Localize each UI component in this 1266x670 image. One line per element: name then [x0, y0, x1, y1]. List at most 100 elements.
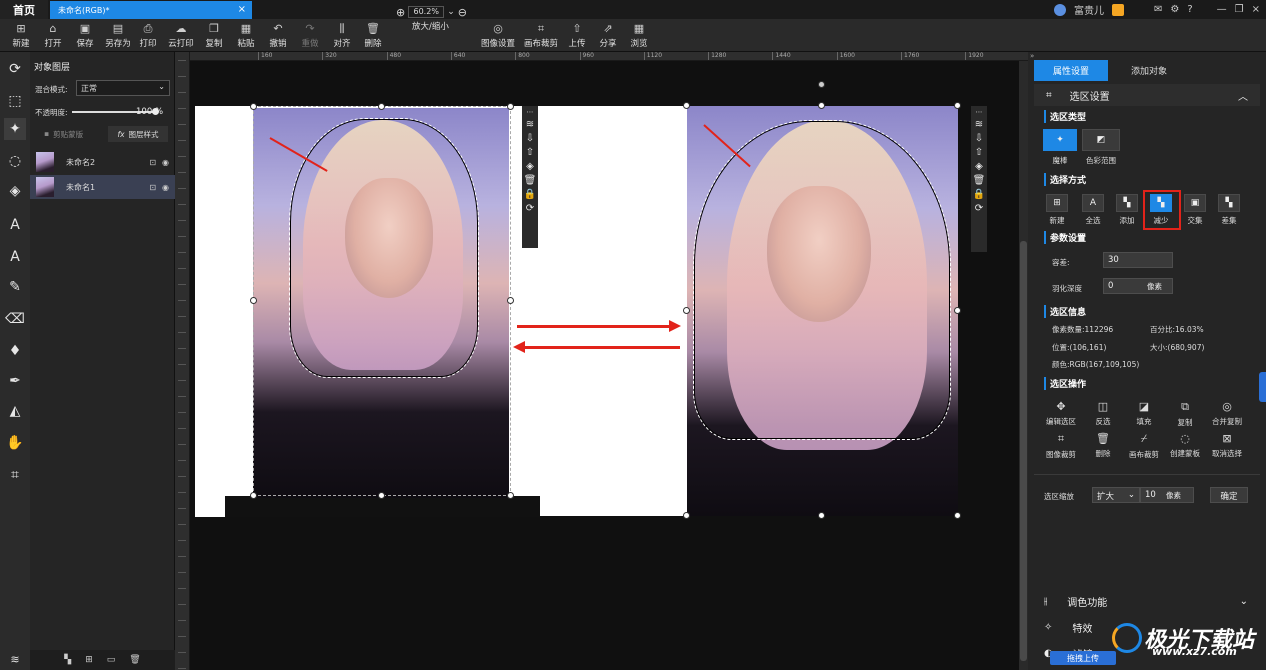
transform-handle[interactable]: [507, 492, 514, 499]
mode-all-button[interactable]: A: [1082, 194, 1104, 212]
toolbar-save-button[interactable]: ▣ 保存: [67, 19, 103, 52]
move-down-icon[interactable]: ⇩: [526, 133, 534, 144]
pen-tool-icon[interactable]: ✒: [4, 370, 26, 392]
user-avatar-icon[interactable]: [1053, 3, 1066, 16]
marquee-tool-icon[interactable]: ⬚: [4, 90, 26, 112]
transform-handle[interactable]: [507, 297, 514, 304]
toolbar-redo-button[interactable]: ↷ 重做: [292, 19, 328, 52]
transform-handle[interactable]: [378, 492, 385, 499]
mode-new-button[interactable]: ⊞: [1046, 194, 1068, 212]
side-tab[interactable]: [1259, 372, 1266, 402]
image-crop-button[interactable]: ⌗ 图像裁剪: [1039, 432, 1083, 460]
selection-zoom-mode-select[interactable]: 扩大 ⌄: [1092, 487, 1140, 503]
mode-add-button[interactable]: ▚: [1116, 194, 1138, 212]
layer-style-button[interactable]: fx 图层样式: [108, 126, 168, 142]
layers-toggle-icon[interactable]: ≋: [4, 648, 26, 670]
color-range-button[interactable]: ◩: [1082, 129, 1120, 151]
brush-tool-icon[interactable]: ✎: [4, 276, 26, 298]
selection-zoom-input[interactable]: 10 像素: [1140, 487, 1194, 503]
zoom-dropdown-icon[interactable]: ⌄: [447, 7, 455, 17]
toolbar-print-button[interactable]: ⎙ 打印: [130, 19, 166, 52]
mode-intersect-button[interactable]: ▣: [1184, 194, 1206, 212]
layer-stack-icon[interactable]: ≋: [526, 119, 534, 130]
collapse-panel-icon[interactable]: »: [1030, 52, 1034, 60]
help-icon[interactable]: ?: [1187, 4, 1192, 15]
move-up-icon[interactable]: ⇧: [526, 147, 534, 158]
toolbar-copy-button[interactable]: ❐ 复制: [196, 19, 232, 52]
transform-handle[interactable]: [818, 512, 825, 519]
mail-icon[interactable]: ✉: [1154, 4, 1162, 15]
feather-input[interactable]: 0 像素: [1103, 278, 1173, 294]
vertical-scrollbar[interactable]: [1019, 61, 1028, 670]
close-tab-icon[interactable]: ×: [238, 4, 246, 15]
lock-icon[interactable]: 🔒: [524, 189, 536, 200]
drag-handle-icon[interactable]: ⋯: [976, 108, 983, 116]
move-up-icon[interactable]: ⇧: [975, 147, 983, 158]
eye-icon[interactable]: ◉: [162, 183, 169, 192]
copy-selection-button[interactable]: ⧉ 复制: [1163, 400, 1207, 428]
group-layer-icon[interactable]: ▚: [64, 655, 71, 665]
text-style-tool-icon[interactable]: A: [4, 246, 26, 268]
lock-icon[interactable]: 🔒: [973, 189, 985, 200]
eye-icon[interactable]: ◉: [162, 158, 169, 167]
transform-handle[interactable]: [818, 102, 825, 109]
add-layer-icon[interactable]: ⊞: [85, 655, 93, 665]
transform-handle[interactable]: [683, 512, 690, 519]
transform-handle[interactable]: [507, 103, 514, 110]
fill-tool-icon[interactable]: ◈: [4, 180, 26, 202]
lock-icon[interactable]: ⊡: [149, 158, 156, 167]
trash-icon[interactable]: 🗑: [524, 175, 537, 186]
zoom-in-icon[interactable]: ⊕: [396, 6, 405, 19]
vip-icon[interactable]: [1111, 3, 1124, 16]
gear-icon[interactable]: ⚙: [1170, 4, 1179, 15]
eraser-tool-icon[interactable]: ⌫: [4, 308, 26, 330]
magic-wand-button[interactable]: ✦: [1043, 129, 1077, 151]
tab-properties[interactable]: 属性设置: [1034, 60, 1108, 81]
toolbar-browse-button[interactable]: ▦ 浏览: [617, 19, 661, 52]
crop-tool-icon[interactable]: ⌗: [4, 464, 26, 486]
transform-handle[interactable]: [683, 307, 690, 314]
chevron-up-icon[interactable]: ︿: [1238, 88, 1248, 103]
drag-upload-button[interactable]: 拖拽上传: [1050, 651, 1116, 665]
rotate-handle-icon[interactable]: [818, 81, 825, 88]
transform-handle[interactable]: [954, 102, 961, 109]
folder-icon[interactable]: ▭: [107, 655, 116, 665]
restore-icon[interactable]: ❐: [1235, 4, 1244, 15]
canvas-crop-button[interactable]: ⌿ 画布裁剪: [1122, 432, 1166, 460]
trash-icon[interactable]: 🗑: [129, 655, 140, 665]
minimize-icon[interactable]: —: [1217, 4, 1227, 15]
lock-icon[interactable]: ⊡: [149, 183, 156, 192]
transform-handle[interactable]: [250, 492, 257, 499]
transform-handle[interactable]: [378, 103, 385, 110]
toolbar-folder-open-button[interactable]: ⌂ 打开: [35, 19, 71, 52]
layer-row[interactable]: 未命名1 ⊡ ◉: [30, 175, 175, 199]
zoom-out-icon[interactable]: ⊖: [458, 6, 467, 19]
rotate-icon[interactable]: ⟳: [526, 203, 534, 214]
mode-difference-button[interactable]: ▚: [1218, 194, 1240, 212]
text-tool-icon[interactable]: A: [4, 214, 26, 236]
transform-handle[interactable]: [250, 103, 257, 110]
close-window-icon[interactable]: ×: [1252, 4, 1260, 15]
section-header[interactable]: ⌗ 选区设置 ︿: [1034, 84, 1260, 106]
document-tab[interactable]: 未命名(RGB)* ×: [50, 1, 252, 19]
toolbar-new-button[interactable]: ⊞ 新建: [3, 19, 39, 52]
drag-handle-icon[interactable]: ⋯: [527, 108, 534, 116]
rotate-icon[interactable]: ⟳: [975, 203, 983, 214]
shape-tool-icon[interactable]: ◭: [4, 400, 26, 422]
clip-mask-button[interactable]: ▪ 剪贴蒙版: [44, 129, 83, 140]
layer-order-icon[interactable]: ◈: [526, 161, 534, 172]
lasso-tool-icon[interactable]: ◌: [4, 150, 26, 172]
blend-mode-select[interactable]: 正常 ⌄: [76, 80, 170, 96]
portrait-photo-right[interactable]: [687, 106, 958, 516]
delete-selection-button[interactable]: 🗑 删除: [1081, 432, 1125, 459]
confirm-button[interactable]: 确定: [1210, 487, 1248, 503]
cancel-selection-button[interactable]: ⊠ 取消选择: [1205, 432, 1249, 459]
toolbar-undo-button[interactable]: ↶ 撤销: [260, 19, 296, 52]
stamp-tool-icon[interactable]: ♦: [4, 340, 26, 362]
transform-handle[interactable]: [954, 307, 961, 314]
scrollbar-thumb[interactable]: [1020, 241, 1027, 661]
layer-stack-icon[interactable]: ≋: [975, 119, 983, 130]
toolbar-image-settings-button[interactable]: ◎ 图像设置: [476, 19, 520, 52]
hand-tool-icon[interactable]: ✋: [4, 432, 26, 454]
move-down-icon[interactable]: ⇩: [975, 133, 983, 144]
